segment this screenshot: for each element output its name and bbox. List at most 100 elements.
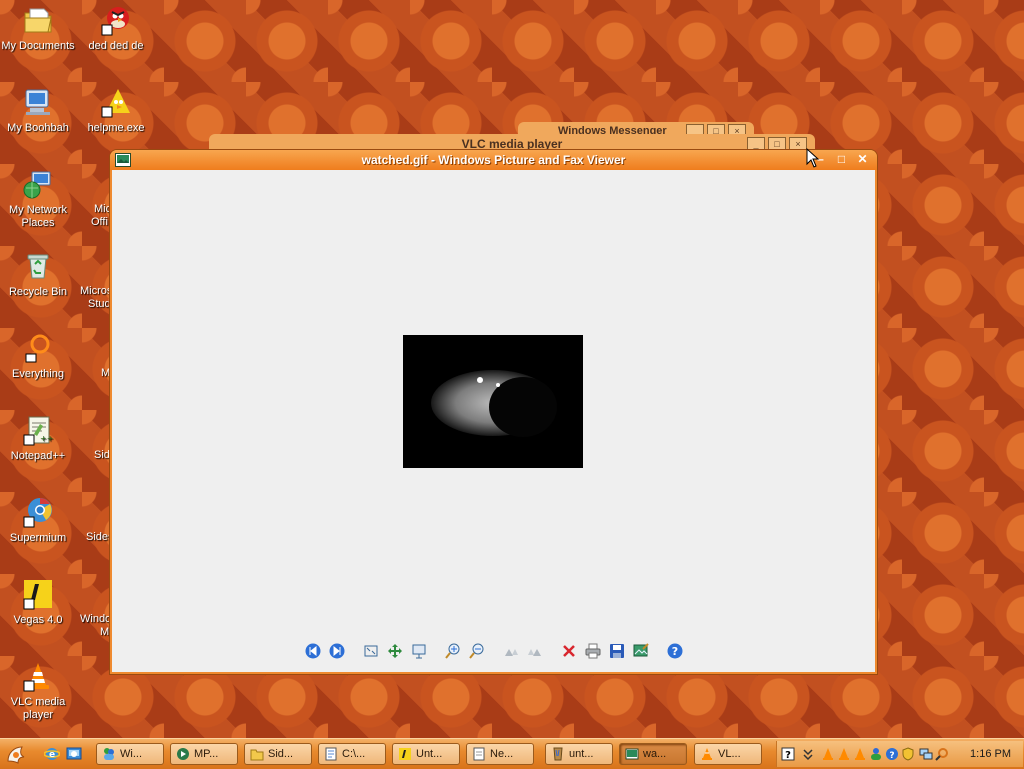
previous-image-icon[interactable]	[305, 643, 321, 659]
taskbar-button-new-document[interactable]: Ne...	[466, 743, 534, 765]
help-tray-icon[interactable]: ?	[781, 747, 795, 761]
vlc-tray-icon[interactable]	[853, 747, 867, 761]
task-label: C:\...	[342, 748, 366, 760]
best-fit-icon[interactable]	[363, 643, 379, 659]
folder-icon	[250, 749, 264, 761]
task-label: Unt...	[416, 748, 443, 760]
desktop-icon-supermium[interactable]: Supermium	[0, 496, 76, 545]
desktop-icon-label: helpme.exe	[87, 122, 145, 134]
partial-icon-label: Offi	[91, 216, 108, 228]
svg-text:e: e	[49, 750, 55, 760]
task-label: unt...	[569, 748, 594, 760]
picture-viewer-icon	[625, 748, 639, 760]
help-icon[interactable]: ?	[667, 643, 683, 659]
messenger-tray-icon[interactable]	[869, 747, 883, 761]
start-button[interactable]	[4, 743, 28, 765]
svg-text:++: ++	[40, 434, 53, 443]
zoom-out-icon[interactable]	[468, 643, 485, 659]
network-tray-icon[interactable]	[919, 747, 933, 761]
taskbar-button-messenger[interactable]: Wi...	[96, 743, 164, 765]
desktop-icon-label: My Network Places	[8, 204, 68, 229]
mouse-cursor-icon	[806, 148, 820, 168]
desktop-icon-helpme-exe[interactable]: helpme.exe	[78, 86, 154, 135]
desktop-icon-label: My Documents	[1, 40, 75, 52]
angry-bird-yellow-icon	[100, 86, 132, 118]
media-player-icon	[177, 748, 189, 760]
everything-search-icon	[22, 332, 54, 364]
save-icon[interactable]	[609, 643, 625, 659]
vegas-icon	[22, 578, 54, 610]
maximize-button[interactable]: □	[833, 152, 850, 167]
desktop-icon-my-boohbah[interactable]: My Boohbah	[0, 86, 76, 135]
partial-icon-label: Stud	[88, 298, 111, 310]
rotate-counterclockwise-icon[interactable]	[527, 643, 543, 659]
desktop-icon-notepad-plus-plus[interactable]: ++ Notepad++	[0, 414, 76, 463]
taskbar-button-vlc[interactable]: VL...	[694, 743, 762, 765]
document-icon	[473, 747, 485, 761]
picture-viewer-window: watched.gif - Windows Picture and Fax Vi…	[110, 150, 877, 674]
partial-icon-label: M	[101, 367, 111, 379]
taskbar-button-vegas[interactable]: Unt...	[392, 743, 460, 765]
taskbar-button-media-player[interactable]: MP...	[170, 743, 238, 765]
recycle-bin-icon	[22, 250, 54, 282]
desktop-icon-my-network-places[interactable]: My Network Places	[0, 168, 76, 230]
taskbar-button-folder[interactable]: Sid...	[244, 743, 312, 765]
system-tray: ? ? 1:16 PM	[776, 741, 1023, 767]
vlc-tray-icon[interactable]	[837, 747, 851, 761]
slideshow-icon[interactable]	[411, 643, 427, 659]
vegas-icon	[399, 748, 411, 760]
next-image-icon[interactable]	[329, 643, 345, 659]
vlc-cone-icon	[702, 748, 712, 760]
show-hidden-icons-icon[interactable]	[801, 747, 815, 761]
task-label: wa...	[643, 748, 667, 760]
search-tray-icon[interactable]	[935, 747, 949, 761]
show-desktop-icon[interactable]	[66, 746, 82, 762]
partial-icon-label: Mic	[94, 203, 112, 215]
eye-image	[403, 335, 583, 468]
taskbar-button-notepad[interactable]: C:\...	[318, 743, 386, 765]
partial-icon-label: Windo	[80, 613, 112, 625]
desktop-icon-ded-ded-de[interactable]: ded ded de	[78, 4, 154, 53]
desktop-icon-label: Supermium	[9, 532, 67, 544]
desktop-icon-label: ded ded de	[88, 40, 144, 52]
window-title: watched.gif - Windows Picture and Fax Vi…	[361, 153, 626, 167]
close-button[interactable]: ✕	[854, 152, 871, 167]
task-label: MP...	[194, 748, 219, 760]
svg-text:?: ?	[889, 751, 894, 761]
partial-icon-label: Micros	[80, 285, 113, 297]
desktop-icon-my-documents[interactable]: My Documents	[0, 4, 76, 53]
internet-explorer-icon[interactable]: e	[44, 746, 60, 762]
displayed-image	[403, 335, 583, 468]
zoom-in-icon[interactable]	[444, 643, 461, 659]
title-bar[interactable]: watched.gif - Windows Picture and Fax Vi…	[110, 150, 877, 170]
desktop-icon-vlc[interactable]: VLC media player	[0, 660, 76, 722]
task-label: Ne...	[490, 748, 514, 760]
taskbar: e Wi... MP... Sid... C:\... Unt... Ne...…	[0, 738, 1024, 769]
clock[interactable]: 1:16 PM	[970, 748, 1011, 760]
folder-icon	[22, 4, 54, 36]
desktop-icon-label: Notepad++	[10, 450, 66, 462]
image-viewport: ?	[112, 170, 875, 672]
supermium-browser-icon	[22, 496, 54, 528]
open-for-editing-icon[interactable]	[633, 643, 649, 659]
taskbar-button-picture-viewer[interactable]: wa...	[619, 743, 687, 765]
svg-text:?: ?	[671, 645, 677, 658]
computer-icon	[22, 86, 54, 118]
desktop-icon-everything[interactable]: Everything	[0, 332, 76, 381]
delete-icon[interactable]	[561, 643, 577, 659]
info-tray-icon[interactable]: ?	[885, 747, 899, 761]
desktop-icon-label: Recycle Bin	[8, 286, 68, 298]
rotate-clockwise-icon[interactable]	[503, 643, 519, 659]
security-shield-icon[interactable]	[901, 747, 915, 761]
notepad-plus-plus-icon: ++	[22, 414, 54, 446]
desktop-icon-label: Vegas 4.0	[13, 614, 63, 626]
actual-size-icon[interactable]	[387, 643, 403, 659]
print-icon[interactable]	[585, 643, 601, 659]
desktop-icon-label: Everything	[12, 368, 64, 380]
vlc-tray-icon[interactable]	[821, 747, 835, 761]
task-label: Wi...	[120, 748, 142, 760]
desktop-icon-recycle-bin[interactable]: Recycle Bin	[0, 250, 76, 299]
viewer-toolbar: ?	[112, 639, 875, 663]
desktop-icon-vegas[interactable]: Vegas 4.0	[0, 578, 76, 627]
taskbar-button-paint[interactable]: unt...	[545, 743, 613, 765]
